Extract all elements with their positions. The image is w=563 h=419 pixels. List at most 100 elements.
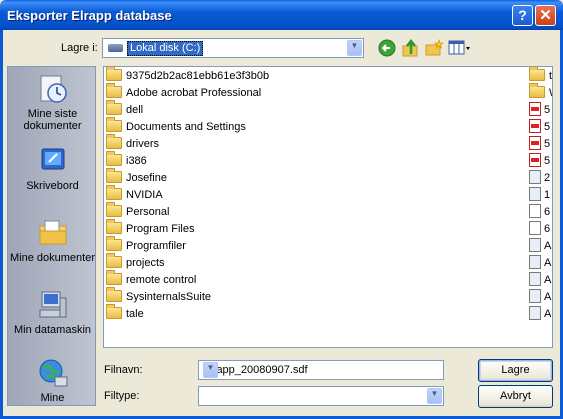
list-item[interactable]: remote control: [106, 270, 196, 289]
my-documents-icon: [39, 220, 66, 245]
place-my-documents[interactable]: Mine dokumenter: [8, 217, 95, 264]
title-bar[interactable]: Eksporter Elrapp database ? ✕: [0, 0, 563, 30]
chevron-down-icon[interactable]: ▼: [203, 362, 218, 378]
file-icon: [529, 170, 541, 185]
list-item[interactable]: 5: [529, 136, 550, 153]
list-item[interactable]: 5: [529, 119, 550, 136]
help-button[interactable]: ?: [512, 5, 533, 26]
list-item[interactable]: Programfiler: [106, 236, 186, 255]
folder-icon: [106, 151, 122, 167]
folder-icon: [106, 270, 122, 286]
list-item[interactable]: A: [529, 272, 551, 289]
binary-file-icon: [529, 306, 541, 321]
item-name: projects: [126, 257, 165, 269]
lookin-combo[interactable]: Lokal disk (C:) ▼: [102, 38, 364, 58]
pdf-file-icon: [529, 102, 541, 117]
item-name: 2: [544, 172, 551, 184]
new-folder-icon[interactable]: [424, 38, 444, 58]
chevron-down-icon[interactable]: ▼: [427, 388, 442, 404]
place-recent-documents[interactable]: Mine siste dokumenter: [8, 73, 95, 132]
item-name: A: [544, 240, 552, 252]
list-item[interactable]: W: [529, 83, 552, 102]
item-name: Josefine: [126, 172, 167, 184]
hard-drive-icon: [108, 44, 123, 52]
item-name: drivers: [126, 138, 160, 150]
back-icon[interactable]: [377, 38, 397, 58]
pdf-file-icon: [529, 136, 541, 151]
view-menu-icon[interactable]: [448, 38, 472, 58]
list-item[interactable]: A: [529, 238, 551, 255]
list-item[interactable]: Personal: [106, 202, 169, 221]
cancel-button[interactable]: Avbryt: [478, 385, 553, 408]
list-item[interactable]: SysinternalsSuite: [106, 287, 211, 306]
item-name: A: [544, 257, 552, 269]
lookin-label: Lagre i:: [61, 42, 98, 54]
up-folder-icon[interactable]: [401, 38, 421, 58]
folder-icon: [529, 67, 545, 82]
place-label: Mine: [40, 392, 65, 404]
folder-icon: [106, 287, 122, 303]
places-bar: Mine siste dokumenter Skrivebord Mine do…: [7, 66, 96, 406]
folder-icon: [106, 236, 122, 252]
place-label: Mine siste dokumenter: [23, 108, 82, 132]
place-label: Min datamaskin: [13, 324, 92, 336]
list-item[interactable]: 1: [529, 187, 550, 204]
save-button[interactable]: Lagre: [478, 359, 553, 382]
item-name: te: [549, 70, 553, 82]
list-item[interactable]: 9375d2b2ac81ebb61e3f3b0b: [106, 67, 270, 85]
list-item[interactable]: A: [529, 306, 551, 323]
file-icon: [529, 187, 541, 202]
item-name: A: [544, 291, 552, 303]
filename-value: Elrapp_20080907.sdf: [203, 364, 308, 376]
lookin-value: Lokal disk (C:): [127, 41, 204, 56]
place-label: Mine dokumenter: [10, 252, 95, 264]
item-name: Documents and Settings: [126, 121, 246, 133]
file-list[interactable]: 9375d2b2ac81ebb61e3f3b0b Adobe acrobat P…: [103, 66, 553, 348]
folder-icon: [106, 202, 122, 218]
binary-file-icon: [529, 272, 541, 287]
list-item[interactable]: Josefine: [106, 168, 167, 187]
list-item[interactable]: A: [529, 255, 551, 272]
folder-icon: [106, 100, 122, 116]
list-item[interactable]: 5: [529, 153, 550, 170]
list-item[interactable]: Adobe acrobat Professional: [106, 83, 262, 102]
place-network[interactable]: Mine: [8, 357, 95, 404]
list-item[interactable]: tale: [106, 304, 144, 323]
folder-icon: [106, 83, 122, 99]
list-item[interactable]: 6: [529, 204, 550, 221]
folder-icon: [106, 67, 122, 82]
list-item[interactable]: 2: [529, 170, 550, 187]
place-desktop[interactable]: Skrivebord: [8, 145, 95, 192]
list-item[interactable]: 5: [529, 102, 550, 119]
file-icon: [529, 221, 541, 236]
network-places-icon: [39, 359, 67, 387]
close-button[interactable]: ✕: [535, 5, 556, 26]
folder-icon: [106, 304, 122, 320]
item-name: tale: [126, 308, 144, 320]
place-my-computer[interactable]: Min datamaskin: [8, 289, 95, 336]
item-name: 5: [544, 104, 551, 116]
item-name: A: [544, 308, 552, 320]
list-item[interactable]: A: [529, 289, 551, 306]
item-name: Program Files: [126, 223, 195, 235]
recent-documents-icon: [40, 75, 67, 103]
binary-file-icon: [529, 289, 541, 304]
pdf-file-icon: [529, 119, 541, 134]
filename-label: Filnavn:: [104, 364, 143, 376]
filename-field[interactable]: Elrapp_20080907.sdf ▼: [198, 360, 444, 380]
list-item[interactable]: Documents and Settings: [106, 117, 246, 136]
item-name: 9375d2b2ac81ebb61e3f3b0b: [126, 70, 270, 82]
list-item[interactable]: Program Files: [106, 219, 195, 238]
pdf-file-icon: [529, 153, 541, 168]
file-icon: [529, 204, 541, 219]
folder-icon: [106, 185, 122, 201]
item-name: Adobe acrobat Professional: [126, 87, 262, 99]
filetype-label: Filtype:: [104, 390, 140, 402]
filetype-select[interactable]: ▼: [198, 386, 444, 406]
folder-icon: [106, 117, 122, 133]
desktop-icon: [41, 148, 64, 170]
chevron-down-icon[interactable]: ▼: [347, 40, 362, 56]
item-name: dell: [126, 104, 144, 116]
item-name: W: [549, 87, 552, 99]
list-item[interactable]: 6: [529, 221, 550, 238]
